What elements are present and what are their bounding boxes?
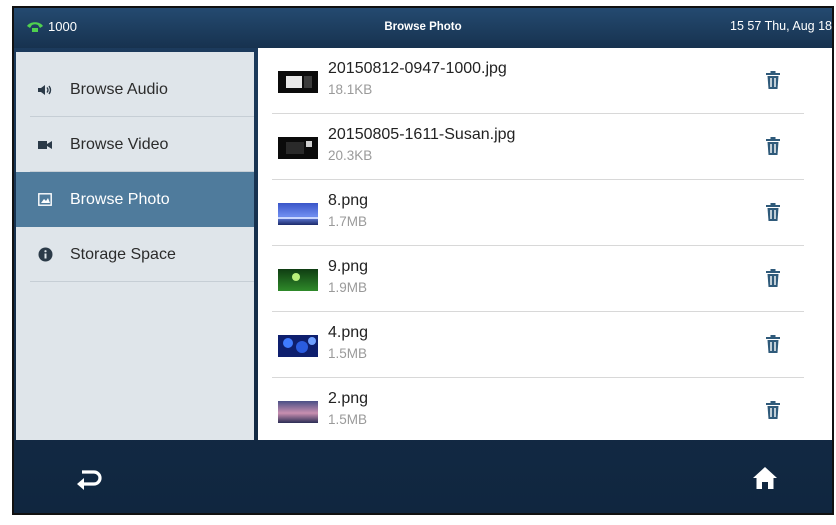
list-item[interactable]: 8.png 1.7MB [258,180,806,245]
trash-icon[interactable] [766,71,780,89]
video-camera-icon [36,136,54,154]
sidebar-item-browse-photo[interactable]: Browse Photo [16,172,254,227]
dark-screenshot-thumbnail [278,137,318,159]
divider [30,281,254,282]
file-size: 1.7MB [328,214,368,229]
screen-title: Browse Photo [384,21,462,33]
photo-list: 20150812-0947-1000.jpg 18.1KB 20150805-1… [258,48,832,440]
list-item[interactable]: 2.png 1.5MB [258,378,806,440]
sidebar-item-label: Browse Photo [70,190,170,208]
photo-icon [36,191,54,209]
list-item[interactable]: 9.png 1.9MB [258,246,806,311]
list-item[interactable]: 20150812-0947-1000.jpg 18.1KB [258,48,806,113]
file-name: 20150805-1611-Susan.jpg [328,126,516,143]
file-name: 20150812-0947-1000.jpg [328,60,507,77]
phone-screen: 1000 Browse Photo 15 57 Thu, Aug 18 Brow… [12,6,834,515]
info-icon [36,246,54,264]
sidebar-item-label: Browse Video [70,135,169,153]
dark-screenshot-thumbnail [278,71,318,93]
sidebar-item-label: Browse Audio [70,80,168,98]
sidebar-item-storage-space[interactable]: Storage Space [16,227,254,282]
trash-icon[interactable] [766,269,780,287]
trash-icon[interactable] [766,401,780,419]
sidebar-item-browse-video[interactable]: Browse Video [16,117,254,172]
list-item[interactable]: 20150805-1611-Susan.jpg 20.3KB [258,114,806,179]
sidebar-item-label: Storage Space [70,245,176,263]
speaker-icon [36,81,54,99]
file-size: 18.1KB [328,82,373,97]
file-size: 1.5MB [328,346,368,361]
blue-flowers-thumbnail [278,335,318,357]
back-arrow-icon[interactable] [76,467,102,491]
status-bar: 1000 Browse Photo 15 57 Thu, Aug 18 [14,8,832,48]
sidebar: Browse Audio Browse Video Browse Photo S… [16,52,254,440]
file-size: 20.3KB [328,148,373,163]
trash-icon[interactable] [766,335,780,353]
date-time: 15 57 Thu, Aug 18 [730,19,832,33]
file-name: 9.png [328,258,369,275]
sidebar-item-browse-audio[interactable]: Browse Audio [16,62,254,117]
file-name: 2.png [328,390,369,407]
file-name: 4.png [328,324,369,341]
trash-icon[interactable] [766,203,780,221]
file-size: 1.9MB [328,280,368,295]
blue-sky-thumbnail [278,203,318,225]
purple-sunset-thumbnail [278,401,318,423]
bottom-bar [14,440,832,513]
list-item[interactable]: 4.png 1.5MB [258,312,806,377]
green-landscape-thumbnail [278,269,318,291]
home-icon[interactable] [752,465,778,491]
file-name: 8.png [328,192,369,209]
file-size: 1.5MB [328,412,368,427]
trash-icon[interactable] [766,137,780,155]
